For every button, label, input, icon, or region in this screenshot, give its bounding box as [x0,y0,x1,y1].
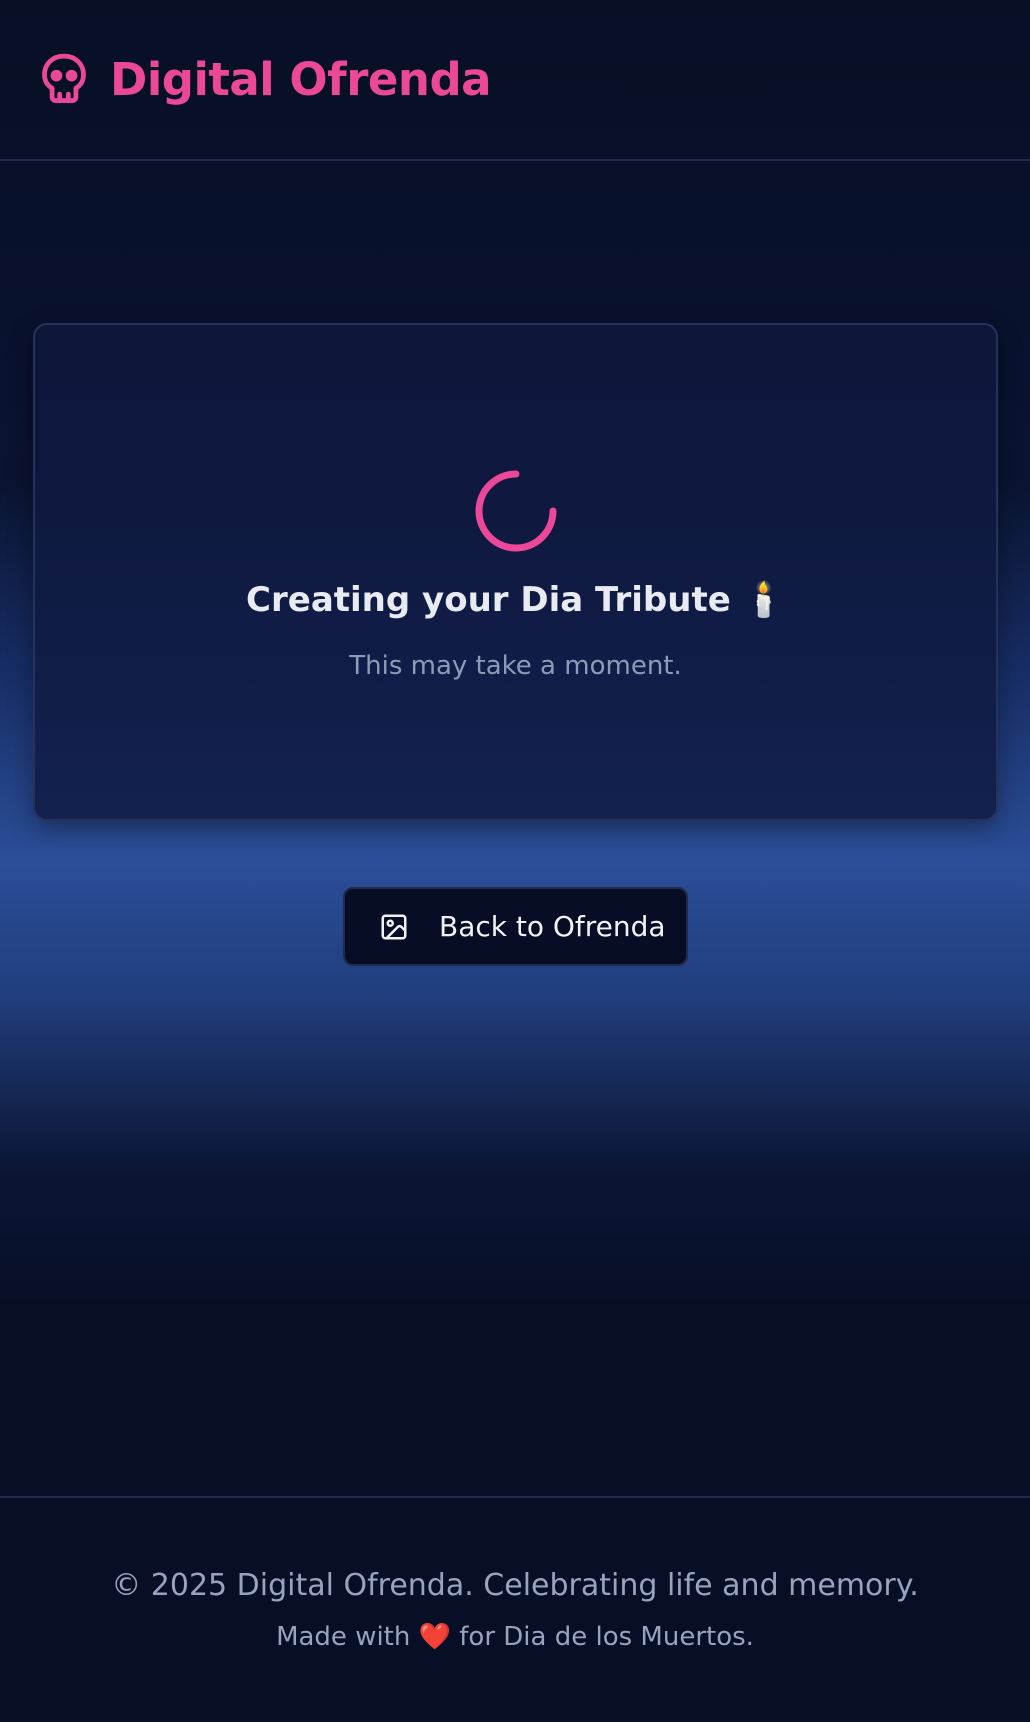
footer-copyright: © 2025 Digital Ofrenda. Celebrating life… [111,1568,919,1603]
site-footer: © 2025 Digital Ofrenda. Celebrating life… [0,1496,1030,1722]
back-to-ofrenda-button[interactable]: Back to Ofrenda [343,887,688,966]
loading-spinner-icon [474,469,558,553]
footer-made-with: Made with ❤️ for Dia de los Muertos. [0,1622,1030,1652]
loading-subtitle: This may take a moment. [349,651,682,681]
skull-icon [38,51,90,109]
made-with-prefix: Made with [276,1622,411,1652]
heart-icon: ❤️ [418,1622,451,1652]
back-button-label: Back to Ofrenda [439,910,666,943]
loading-title: Creating your Dia Tribute 🕯️ [246,580,785,620]
site-title[interactable]: Digital Ofrenda [110,53,492,106]
image-icon [379,912,409,942]
site-header: Digital Ofrenda [0,0,1030,161]
made-with-suffix: for Dia de los Muertos. [459,1622,754,1652]
loading-card: Creating your Dia Tribute 🕯️ This may ta… [33,323,998,821]
